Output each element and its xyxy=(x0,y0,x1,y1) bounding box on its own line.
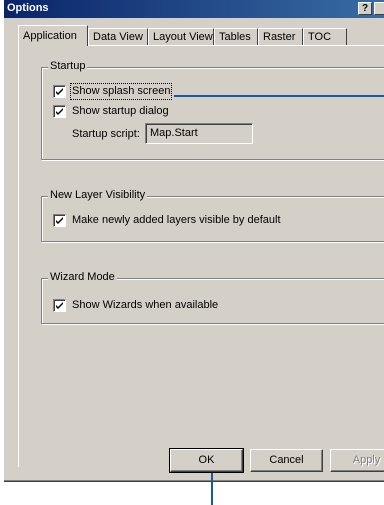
show-splash-label: Show splash screen xyxy=(69,83,173,100)
cancel-button[interactable]: Cancel xyxy=(250,449,323,472)
startup-group: Startup Show splash screen Show startup … xyxy=(41,60,384,160)
tab-layout-view[interactable]: Layout View xyxy=(148,28,214,45)
tab-tables-label: Tables xyxy=(219,31,251,43)
show-wizards-label: Show Wizards when available xyxy=(72,299,219,311)
tab-tables[interactable]: Tables xyxy=(214,28,258,45)
apply-button[interactable]: Apply xyxy=(330,449,384,472)
wizard-mode-group: Wizard Mode Show Wizards when available xyxy=(41,271,384,324)
window-title: Options xyxy=(7,2,49,14)
layer-visibility-group: New Layer Visibility Make newly added la… xyxy=(41,189,384,242)
callout-line-splash xyxy=(174,95,384,97)
startup-script-field[interactable]: Map.Start xyxy=(145,123,253,144)
callout-line-ok xyxy=(211,473,213,505)
title-bar[interactable]: Options ? xyxy=(4,0,384,18)
tab-raster-label: Raster xyxy=(263,31,296,43)
tab-data-view[interactable]: Data View xyxy=(88,28,148,45)
tab-panel-application: Startup Show splash screen Show startup … xyxy=(18,45,384,467)
help-button[interactable]: ? xyxy=(358,2,372,15)
check-icon xyxy=(56,302,63,309)
make-visible-label: Make newly added layers visible by defau… xyxy=(72,214,281,226)
tab-raster[interactable]: Raster xyxy=(258,28,303,45)
show-startup-dialog-label: Show startup dialog xyxy=(72,105,169,117)
make-visible-checkbox[interactable] xyxy=(53,214,66,227)
tab-layout-view-label: Layout View xyxy=(153,31,213,43)
show-wizards-checkbox[interactable] xyxy=(53,299,66,312)
show-startup-dialog-checkbox[interactable] xyxy=(53,105,66,118)
check-icon xyxy=(56,88,63,95)
startup-group-label: Startup xyxy=(48,60,88,72)
check-icon xyxy=(56,217,63,224)
layer-visibility-group-label: New Layer Visibility xyxy=(48,189,148,201)
check-icon xyxy=(56,108,63,115)
show-splash-checkbox[interactable] xyxy=(53,85,66,98)
ok-button[interactable]: OK xyxy=(169,448,244,473)
close-button[interactable] xyxy=(374,2,384,15)
options-dialog: Options ? Application Data View Layout V… xyxy=(4,0,384,482)
tab-toc-label: TOC xyxy=(308,31,332,43)
startup-script-label: Startup script: xyxy=(72,128,140,140)
tab-application[interactable]: Application xyxy=(18,25,88,46)
wizard-mode-group-label: Wizard Mode xyxy=(48,271,117,283)
tab-toc[interactable]: TOC xyxy=(303,28,347,45)
tab-application-label: Application xyxy=(23,30,77,42)
tab-data-view-label: Data View xyxy=(93,31,143,43)
